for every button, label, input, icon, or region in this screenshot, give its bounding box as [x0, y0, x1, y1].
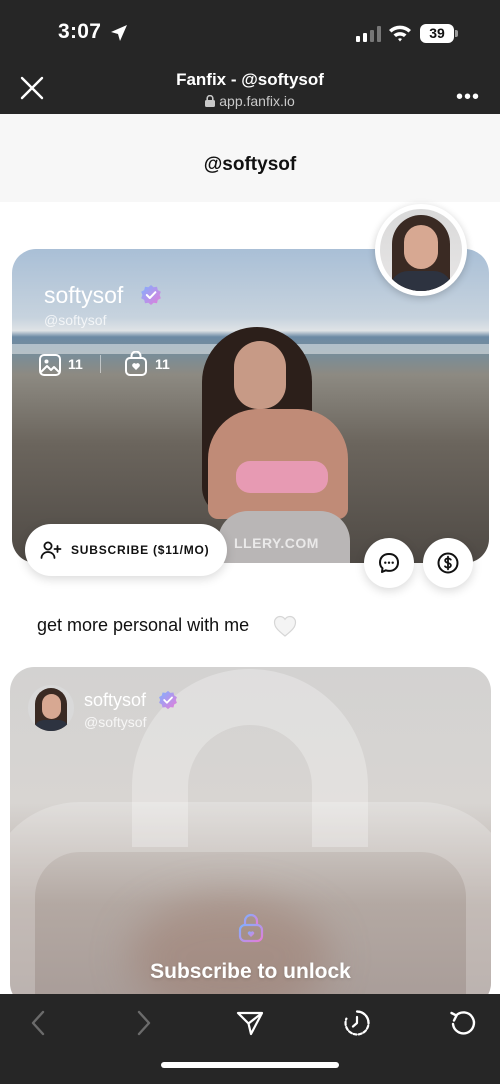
photo-count: 11	[68, 356, 83, 372]
profile-name: softysof	[44, 282, 124, 308]
profile-handle: @softysof	[44, 312, 107, 328]
browser-url-text: app.fanfix.io	[219, 93, 295, 109]
profile-cover-image: LLERY.COM softysof @softysof 11 11	[12, 249, 489, 563]
avatar-shirt	[390, 271, 452, 291]
location-arrow-icon	[111, 25, 127, 41]
page-title: @softysof	[203, 154, 297, 175]
photo-icon	[39, 354, 61, 376]
message-button[interactable]	[364, 538, 414, 588]
verified-badge-icon	[141, 285, 161, 305]
page-content: @softysof LLERY.COM softysof @softysof 1…	[0, 114, 500, 994]
status-time: 3:07	[58, 20, 102, 43]
bundle-count: 11	[155, 356, 170, 372]
back-arrow-icon[interactable]	[28, 1009, 48, 1037]
verified-badge-icon	[159, 690, 177, 710]
wifi-icon	[389, 25, 411, 42]
post-avatar-shirt	[34, 720, 69, 731]
add-user-icon	[40, 541, 62, 559]
page-header: @softysof	[0, 114, 500, 202]
post-author-avatar[interactable]	[28, 685, 74, 731]
tip-button[interactable]	[423, 538, 473, 588]
battery-tip	[455, 30, 458, 37]
profile-avatar[interactable]	[375, 204, 467, 296]
profile-avatar-photo	[380, 209, 462, 291]
more-options-icon[interactable]: •••	[456, 86, 480, 109]
cover-figure-face	[234, 341, 286, 409]
locked-post-card[interactable]: softysof @softysof Subscribe to unlock	[10, 667, 491, 994]
stat-divider	[100, 355, 101, 373]
post-author-handle: @softysof	[84, 714, 147, 730]
background-lock-icon	[10, 669, 491, 994]
share-send-icon[interactable]	[236, 1009, 264, 1037]
browser-toolbar	[0, 994, 500, 1084]
battery-indicator: 39	[420, 24, 454, 43]
home-indicator[interactable]	[161, 1062, 339, 1068]
avatar-face	[404, 225, 438, 269]
browser-header: 3:07 39 Fanfix - @softysof app.fanfix.io…	[0, 0, 500, 114]
reload-icon[interactable]	[449, 1009, 477, 1037]
browser-title: Fanfix - @softysof	[176, 70, 324, 89]
subscribe-label: SUBSCRIBE ($11/MO)	[71, 543, 210, 557]
unlock-lock-icon	[238, 913, 264, 943]
subscribe-to-unlock-label: Subscribe to unlock	[150, 960, 351, 983]
post-avatar-face	[42, 694, 61, 719]
subscribe-button[interactable]: SUBSCRIBE ($11/MO)	[25, 524, 227, 576]
bundle-bag-icon	[125, 351, 147, 376]
white-heart-icon	[273, 615, 297, 637]
dollar-coin-icon	[437, 552, 459, 574]
chat-bubble-icon	[379, 553, 399, 573]
forward-arrow-icon[interactable]	[134, 1009, 154, 1037]
history-clock-icon[interactable]	[343, 1009, 371, 1037]
cover-figure-top	[236, 461, 328, 493]
post-author-name: softysof	[84, 690, 147, 710]
lock-icon	[205, 95, 216, 107]
profile-bio: get more personal with me	[37, 615, 250, 635]
browser-url: app.fanfix.io	[0, 93, 500, 109]
signal-icon	[356, 26, 381, 42]
cover-watermark: LLERY.COM	[234, 535, 319, 551]
